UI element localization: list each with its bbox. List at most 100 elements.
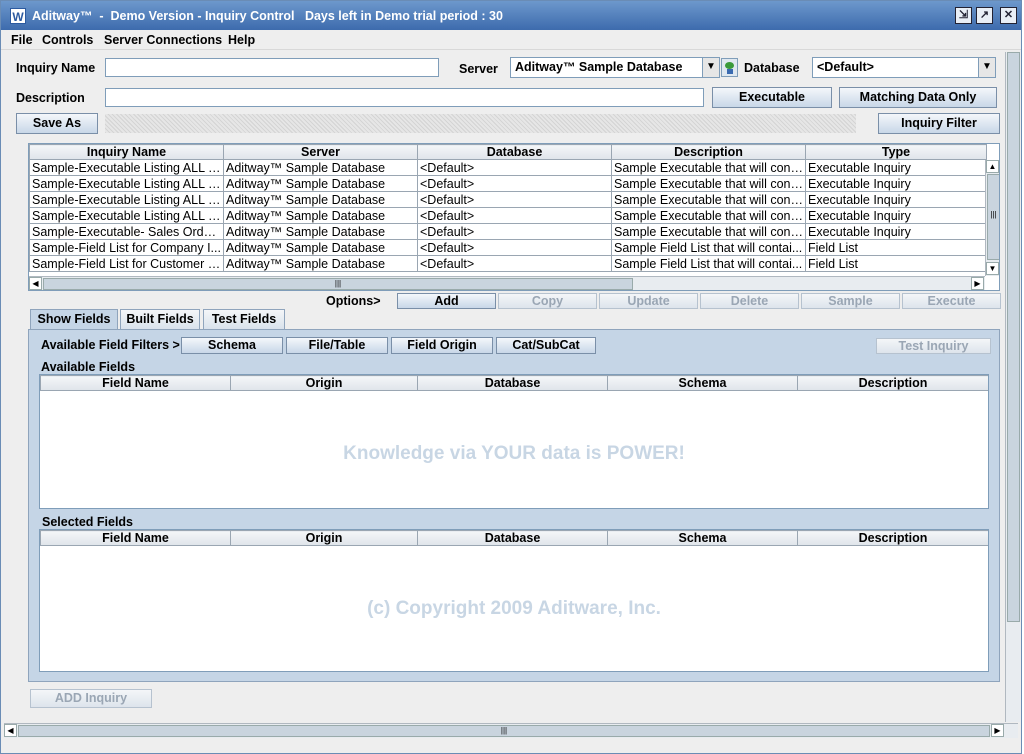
type-cell: Field List (805, 255, 987, 272)
database-cell: <Default> (417, 191, 612, 208)
description-cell: Sample Executable that will cont... (611, 191, 806, 208)
cat-subcat-filter-button[interactable]: Cat/SubCat (496, 337, 596, 354)
inquiry-name-label: Inquiry Name (16, 61, 96, 75)
inquiry-table: Inquiry Name Server Database Description… (29, 144, 987, 272)
available-header-origin[interactable]: Origin (230, 375, 418, 391)
database-select[interactable]: <Default> ▼ (812, 57, 996, 78)
column-header-type[interactable]: Type (805, 144, 987, 160)
add-inquiry-button[interactable]: ADD Inquiry (30, 689, 152, 708)
menu-controls[interactable]: Controls (42, 33, 93, 47)
inquiry-name-cell: Sample-Executable Listing ALL S... (29, 207, 224, 224)
selected-fields-table: Field Name Origin Database Schema Descri… (39, 529, 989, 672)
database-cell: <Default> (417, 175, 612, 192)
maximize-window-icon[interactable]: ↗ (976, 7, 993, 24)
column-header-database[interactable]: Database (417, 144, 612, 160)
sample-button[interactable]: Sample (801, 293, 900, 309)
window-title: Aditway™ - Demo Version - Inquiry Contro… (32, 9, 503, 23)
tab-show-fields[interactable]: Show Fields (30, 309, 118, 330)
selected-header-database[interactable]: Database (417, 530, 608, 546)
selected-fields-watermark: (c) Copyright 2009 Aditware, Inc. (367, 598, 661, 619)
available-header-field-name[interactable]: Field Name (40, 375, 231, 391)
tab-built-fields[interactable]: Built Fields (120, 309, 200, 329)
description-cell: Sample Executable that will cont... (611, 159, 806, 176)
table-row[interactable]: Sample-Field List for Customer I... Aditw… (29, 255, 987, 272)
available-header-database[interactable]: Database (417, 375, 608, 391)
copy-button[interactable]: Copy (498, 293, 597, 309)
matching-data-only-button[interactable]: Matching Data Only (839, 87, 997, 108)
delete-button[interactable]: Delete (700, 293, 799, 309)
database-cell: <Default> (417, 159, 612, 176)
menu-file[interactable]: File (11, 33, 33, 47)
executable-button[interactable]: Executable (712, 87, 832, 108)
menu-help[interactable]: Help (228, 33, 255, 47)
server-cell: Aditway™ Sample Database (223, 223, 418, 240)
inquiry-table-horizontal-scrollbar[interactable]: ◀ ||| ▶ (29, 276, 985, 290)
column-header-server[interactable]: Server (223, 144, 418, 160)
window-vertical-scrollbar[interactable] (1005, 52, 1020, 722)
scroll-up-icon[interactable]: ▲ (986, 160, 999, 173)
table-row[interactable]: Sample-Executable Listing ALL S... Aditwa… (29, 191, 987, 208)
table-row[interactable]: Sample-Executable Listing ALL S... Aditwa… (29, 159, 987, 176)
scroll-left-icon[interactable]: ◀ (4, 724, 17, 737)
selected-header-schema[interactable]: Schema (607, 530, 798, 546)
table-row[interactable]: Sample-Executable Listing ALL S... Aditwa… (29, 207, 987, 224)
update-button[interactable]: Update (599, 293, 698, 309)
scroll-left-icon[interactable]: ◀ (29, 277, 42, 290)
column-header-inquiry-name[interactable]: Inquiry Name (29, 144, 224, 160)
table-row[interactable]: Sample-Executable Listing ALL S... Aditwa… (29, 175, 987, 192)
selected-fields-title: Selected Fields (42, 515, 134, 529)
close-window-icon[interactable]: ✕ (1000, 7, 1017, 24)
database-cell: <Default> (417, 223, 612, 240)
description-input[interactable] (105, 88, 704, 107)
test-inquiry-button[interactable]: Test Inquiry (876, 338, 991, 354)
window-horizontal-scrollbar[interactable]: ◀ ||| ▶ (4, 723, 1018, 738)
available-field-filters-label: Available Field Filters > (41, 338, 180, 352)
menu-server-connections[interactable]: Server Connections (104, 33, 222, 47)
scroll-thumb[interactable]: ||| (987, 174, 999, 260)
inquiry-name-cell: Sample-Executable Listing ALL S... (29, 159, 224, 176)
scroll-thumb[interactable] (1007, 52, 1020, 622)
description-label: Description (16, 91, 85, 105)
table-row[interactable]: Sample-Executable- Sales Order... Aditway… (29, 223, 987, 240)
scroll-thumb[interactable]: ||| (18, 725, 990, 737)
type-cell: Executable Inquiry (805, 191, 987, 208)
inquiry-name-input[interactable] (105, 58, 439, 77)
tab-test-fields[interactable]: Test Fields (203, 309, 285, 329)
execute-button[interactable]: Execute (902, 293, 1001, 309)
database-cell: <Default> (417, 239, 612, 256)
scroll-right-icon[interactable]: ▶ (991, 724, 1004, 737)
chevron-down-icon[interactable]: ▼ (702, 58, 719, 77)
inquiry-filter-button[interactable]: Inquiry Filter (878, 113, 1000, 134)
scroll-down-icon[interactable]: ▼ (986, 262, 999, 275)
scroll-right-icon[interactable]: ▶ (971, 277, 984, 290)
title-bar[interactable]: W Aditway™ - Demo Version - Inquiry Cont… (1, 1, 1021, 30)
database-label: Database (744, 61, 800, 75)
selected-header-origin[interactable]: Origin (230, 530, 418, 546)
server-select[interactable]: Aditway™ Sample Database ▼ (510, 57, 720, 78)
type-cell: Executable Inquiry (805, 175, 987, 192)
inquiry-table-vertical-scrollbar[interactable]: ▲ ||| ▼ (985, 160, 999, 276)
available-header-description[interactable]: Description (797, 375, 988, 391)
app-icon: W (10, 8, 26, 24)
database-select-value: <Default> (817, 60, 874, 74)
file-table-filter-button[interactable]: File/Table (286, 337, 388, 354)
connect-server-icon[interactable] (721, 58, 738, 77)
selected-header-description[interactable]: Description (797, 530, 988, 546)
server-cell: Aditway™ Sample Database (223, 255, 418, 272)
schema-filter-button[interactable]: Schema (181, 337, 283, 354)
server-cell: Aditway™ Sample Database (223, 239, 418, 256)
scroll-thumb[interactable]: ||| (43, 278, 633, 290)
table-row[interactable]: Sample-Field List for Company I... Aditwa… (29, 239, 987, 256)
server-cell: Aditway™ Sample Database (223, 191, 418, 208)
available-header-schema[interactable]: Schema (607, 375, 798, 391)
chevron-down-icon[interactable]: ▼ (978, 58, 995, 77)
type-cell: Executable Inquiry (805, 207, 987, 224)
available-fields-title: Available Fields (41, 360, 136, 374)
add-button[interactable]: Add (397, 293, 496, 309)
type-cell: Executable Inquiry (805, 223, 987, 240)
save-as-button[interactable]: Save As (16, 113, 98, 134)
selected-header-field-name[interactable]: Field Name (40, 530, 231, 546)
field-origin-filter-button[interactable]: Field Origin (391, 337, 493, 354)
column-header-description[interactable]: Description (611, 144, 806, 160)
restore-window-icon[interactable]: ⇲ (955, 7, 972, 24)
